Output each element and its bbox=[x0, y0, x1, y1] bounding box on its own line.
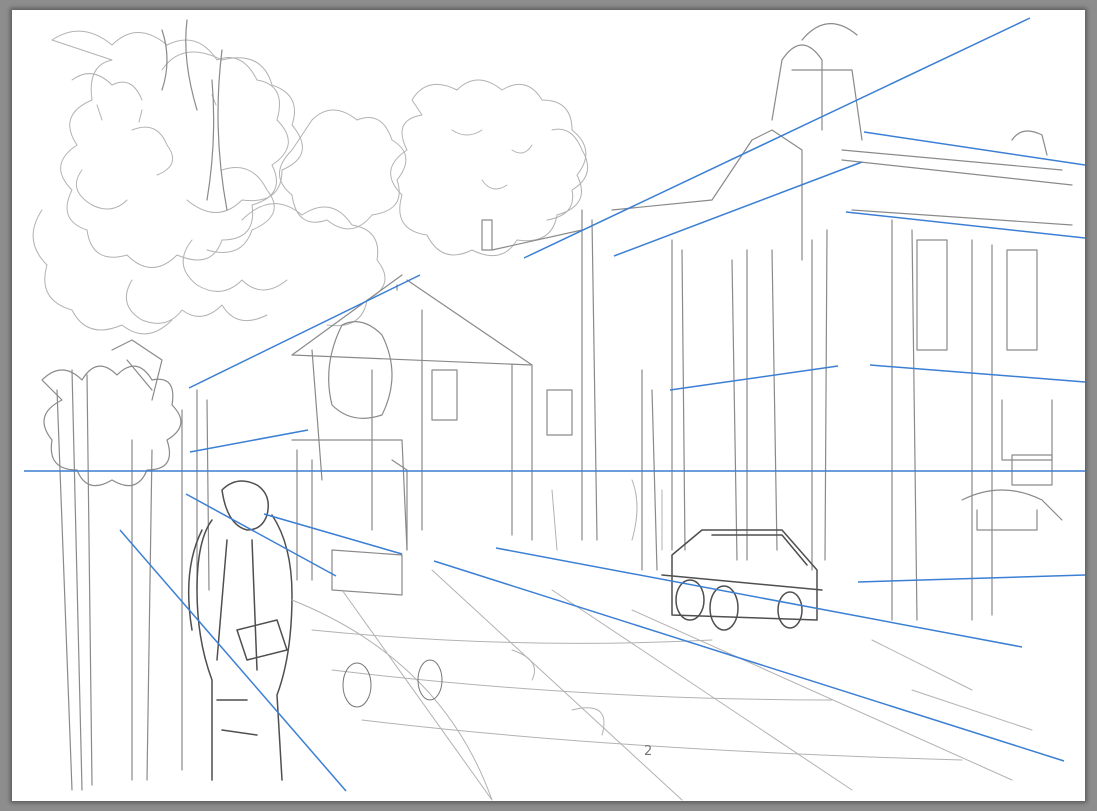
pedestrian-figure bbox=[187, 480, 293, 781]
pencil-sketch: 2 bbox=[24, 17, 1085, 801]
perspective-line bbox=[669, 365, 839, 391]
perspective-guides bbox=[24, 17, 1085, 792]
street-stall bbox=[291, 439, 408, 596]
perspective-line bbox=[863, 131, 1085, 166]
road-surface bbox=[291, 479, 1033, 801]
perspective-line bbox=[845, 211, 1085, 239]
perspective-line bbox=[495, 547, 1023, 648]
road-number-mark: 2 bbox=[644, 744, 652, 759]
sketch-paper: 2 bbox=[12, 10, 1085, 801]
perspective-line bbox=[188, 274, 421, 389]
tree-trunk-left bbox=[41, 19, 228, 791]
tree-foliage-left bbox=[32, 30, 303, 335]
perspective-line bbox=[869, 364, 1085, 383]
buildings bbox=[291, 23, 1073, 621]
perspective-line bbox=[523, 17, 1031, 259]
car bbox=[661, 529, 823, 631]
perspective-line bbox=[433, 560, 1065, 762]
perspective-line bbox=[613, 161, 863, 257]
